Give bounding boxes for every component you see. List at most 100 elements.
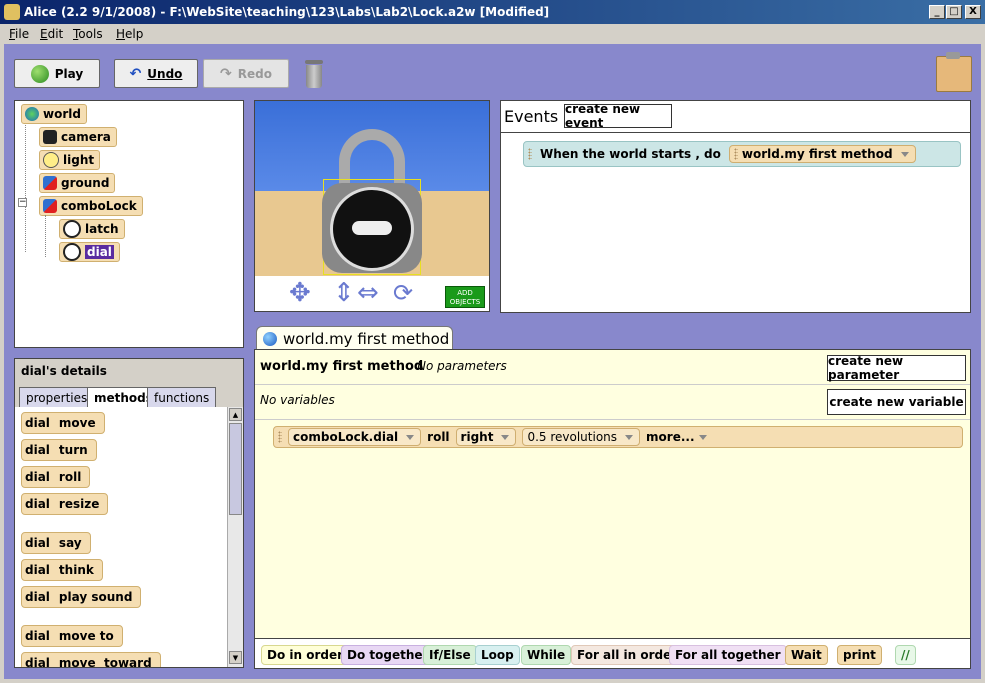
do-together-tile[interactable]: Do together (341, 645, 435, 665)
menu-tools[interactable]: Tools (73, 27, 103, 41)
details-title: dial's details (15, 359, 243, 387)
tree-item-dial[interactable]: dial (59, 242, 120, 262)
tree-item-ground[interactable]: ground (39, 173, 116, 193)
redo-icon: ↷ (220, 65, 232, 82)
dial-knob (352, 221, 392, 235)
maximize-button[interactable]: □ (946, 5, 962, 19)
menu-edit[interactable]: Edit (40, 27, 63, 41)
dropdown-arrow-icon (406, 434, 415, 440)
method-tile-resize[interactable]: dial resize (21, 493, 109, 515)
collapse-toggle[interactable]: − (18, 198, 27, 207)
editor-tab[interactable]: world.my first method (256, 326, 453, 350)
minimize-button[interactable]: _ (929, 5, 945, 19)
method-tile-say[interactable]: dial say (21, 532, 91, 554)
close-button[interactable]: X (965, 5, 981, 19)
events-title: Events (504, 107, 559, 126)
tree-item-camera[interactable]: camera (39, 127, 117, 147)
direction-dropdown[interactable]: right (455, 428, 517, 446)
statement-method: roll (427, 430, 450, 444)
tree-item-combolock[interactable]: comboLock (39, 196, 143, 216)
main-area: Play ↶ Undo ↷ Redo world camera light gr… (4, 44, 981, 679)
undo-button[interactable]: ↶ Undo (114, 59, 198, 88)
vars-label: No variables (260, 393, 335, 407)
add-objects-button[interactable]: ADD OBJECTS (445, 286, 485, 308)
object-icon (43, 176, 57, 190)
window-title: Alice (2.2 9/1/2008) - F:\WebSite\teachi… (24, 5, 550, 19)
trash-icon[interactable] (304, 60, 324, 88)
print-tile[interactable]: print (837, 645, 882, 665)
undo-label: Undo (147, 66, 183, 81)
methods-scrollbar[interactable]: ▲ ▼ (227, 407, 243, 667)
play-button[interactable]: Play (14, 59, 100, 88)
play-icon (30, 64, 49, 83)
move-camera-arrows[interactable]: ✥ (289, 279, 311, 307)
event-method-dropdown[interactable]: world.my first method (728, 145, 916, 163)
method-tile-move-toward[interactable]: dial move toward (21, 652, 161, 667)
events-panel: Events create new event When the world s… (500, 100, 971, 313)
menu-file[interactable]: File (9, 27, 29, 41)
for-all-together-tile[interactable]: For all together (669, 645, 787, 665)
undo-icon: ↶ (129, 65, 142, 82)
side-camera-arrows[interactable]: ⇔ (357, 279, 379, 307)
scroll-up-icon[interactable]: ▲ (229, 408, 242, 421)
editor-variables: No variables create new variable (255, 385, 970, 420)
part-icon (63, 243, 81, 261)
details-tabs: properties methods functions (15, 387, 243, 407)
method-tile-move-to[interactable]: dial move to (21, 625, 123, 647)
scroll-thumb[interactable] (229, 423, 242, 515)
loop-tile[interactable]: Loop (475, 645, 520, 665)
method-tile-move[interactable]: dial move (21, 412, 105, 434)
more-dropdown[interactable]: more... (646, 430, 707, 444)
dropdown-arrow-icon (625, 434, 634, 440)
object-icon (43, 199, 57, 213)
method-tile-roll[interactable]: dial roll (21, 466, 91, 488)
dropdown-arrow-icon (698, 434, 707, 440)
if-else-tile[interactable]: If/Else (423, 645, 477, 665)
create-new-variable-button[interactable]: create new variable (827, 389, 966, 415)
redo-button[interactable]: ↷ Redo (203, 59, 289, 88)
menu-help[interactable]: Help (116, 27, 143, 41)
roll-statement[interactable]: comboLock.dial roll right 0.5 revolution… (273, 426, 963, 448)
method-tile-turn[interactable]: dial turn (21, 439, 97, 461)
event-trigger-text: When the world starts , do (540, 147, 721, 161)
tree-item-latch[interactable]: latch (59, 219, 125, 239)
title-bar: Alice (2.2 9/1/2008) - F:\WebSite\teachi… (0, 0, 985, 24)
params-label: No parameters (417, 359, 507, 373)
tab-properties[interactable]: properties (19, 387, 95, 407)
tree-item-world[interactable]: world (21, 104, 87, 124)
comment-tile[interactable]: // (895, 645, 916, 665)
camera-icon (43, 130, 57, 144)
editor-tab-title: world.my first method (283, 329, 450, 348)
events-header: Events create new event (501, 101, 970, 133)
rotate-camera-arrow[interactable]: ⟳ (393, 279, 413, 307)
tree-item-light[interactable]: light (39, 150, 101, 170)
method-tile-think[interactable]: dial think (21, 559, 103, 581)
editor-header: world.my first method No parameters crea… (255, 350, 970, 385)
play-label: Play (54, 66, 84, 81)
do-in-order-tile[interactable]: Do in order (261, 645, 350, 665)
method-name: world.my first method (260, 359, 424, 374)
event-block[interactable]: When the world starts , do world.my firs… (523, 141, 961, 167)
wait-tile[interactable]: Wait (785, 645, 828, 665)
clipboard-icon[interactable] (936, 52, 972, 92)
tab-functions[interactable]: functions (147, 387, 217, 407)
dropdown-arrow-icon (501, 434, 510, 440)
while-tile[interactable]: While (521, 645, 572, 665)
amount-dropdown[interactable]: 0.5 revolutions (522, 428, 641, 446)
redo-label: Redo (237, 66, 272, 81)
scene-panel: ✥ ⇕ ⇔ ⟳ ADD OBJECTS (254, 100, 490, 312)
alice-app-icon (4, 4, 20, 20)
scroll-down-icon[interactable]: ▼ (229, 651, 242, 664)
control-bar: Do in order Do together If/Else Loop Whi… (255, 638, 970, 668)
target-dropdown[interactable]: comboLock.dial (288, 428, 422, 446)
for-all-in-order-tile[interactable]: For all in order (571, 645, 684, 665)
method-tile-play-sound[interactable]: dial play sound (21, 586, 142, 608)
method-editor: world.my first method No parameters crea… (254, 349, 971, 669)
globe-icon (25, 107, 39, 121)
part-icon (63, 220, 81, 238)
up-down-camera-arrows[interactable]: ⇕ (333, 279, 355, 307)
details-panel: dial's details properties methods functi… (14, 358, 244, 668)
globe-icon (263, 331, 277, 346)
create-new-parameter-button[interactable]: create new parameter (827, 354, 966, 382)
create-new-event-button[interactable]: create new event (564, 102, 672, 130)
